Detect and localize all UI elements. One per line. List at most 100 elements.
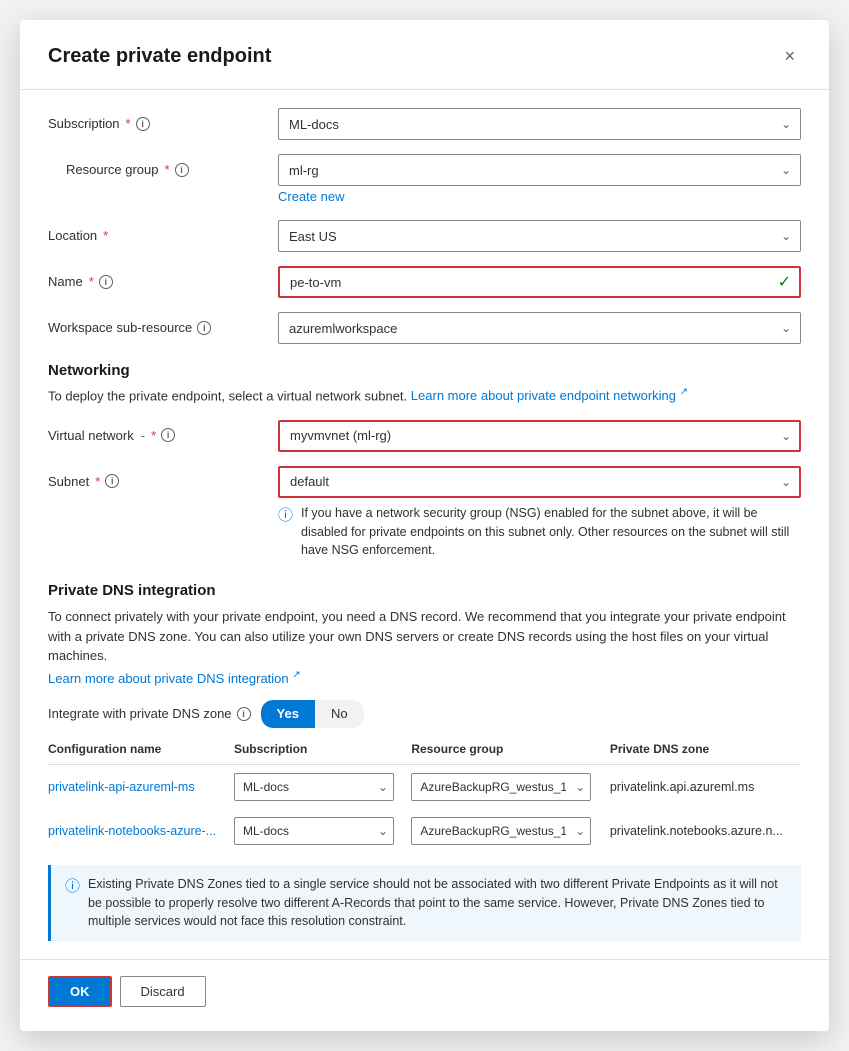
resource-group-control: ml-rg ⌄ Create new: [278, 154, 801, 206]
subscription-select-wrapper: ML-docs ⌄: [278, 108, 801, 140]
name-row: Name * i ✓: [48, 266, 801, 298]
rg-select-wrapper: ml-rg ⌄: [278, 154, 801, 186]
create-new-link[interactable]: Create new: [278, 189, 344, 204]
nsg-info-icon: ⓘ: [278, 505, 293, 560]
col-config-name: Configuration name: [48, 738, 234, 765]
resource-group-select[interactable]: ml-rg: [278, 154, 801, 186]
row1-subscription-wrapper: ML-docs ⌄: [234, 773, 394, 801]
row2-subscription-wrapper: ML-docs ⌄: [234, 817, 394, 845]
subnet-label: Subnet * i: [48, 466, 278, 489]
name-input[interactable]: [278, 266, 801, 298]
close-button[interactable]: ×: [778, 44, 801, 69]
name-required-star: *: [89, 274, 94, 289]
vnet-select-wrapper: myvmvnet (ml-rg) ⌄: [278, 420, 801, 452]
row2-subscription-select[interactable]: ML-docs: [234, 817, 394, 845]
nsg-info-box: ⓘ If you have a network security group (…: [278, 504, 801, 560]
integrate-info-icon[interactable]: i: [237, 707, 251, 721]
subnet-required-star: *: [95, 474, 100, 489]
subnet-select-wrapper: default ⌄: [278, 466, 801, 498]
subnet-control: default ⌄ ⓘ If you have a network securi…: [278, 466, 801, 560]
create-private-endpoint-dialog: Create private endpoint × Subscription *…: [20, 20, 829, 1031]
rg-cell-2: AzureBackupRG_westus_1 ⌄: [411, 809, 609, 853]
subscription-cell-2: ML-docs ⌄: [234, 809, 411, 853]
col-resource-group: Resource group: [411, 738, 609, 765]
networking-info-text: To deploy the private endpoint, select a…: [48, 385, 801, 406]
virtual-network-label: Virtual network - * i: [48, 420, 278, 443]
dns-external-link-icon: ↗: [292, 670, 300, 681]
row2-rg-select[interactable]: AzureBackupRG_westus_1: [411, 817, 591, 845]
dns-table-header-row: Configuration name Subscription Resource…: [48, 738, 801, 765]
dns-table: Configuration name Subscription Resource…: [48, 738, 801, 853]
dns-section-title: Private DNS integration: [48, 582, 801, 599]
location-label: Location *: [48, 220, 278, 243]
location-select-wrapper: East US ⌄: [278, 220, 801, 252]
row1-rg-select[interactable]: AzureBackupRG_westus_1: [411, 773, 591, 801]
subscription-row: Subscription * i ML-docs ⌄: [48, 108, 801, 140]
subscription-info-icon[interactable]: i: [136, 117, 150, 131]
virtual-network-dash: -: [141, 428, 145, 443]
toggle-yes-button[interactable]: Yes: [261, 700, 315, 728]
subscription-control: ML-docs ⌄: [278, 108, 801, 140]
name-label: Name * i: [48, 266, 278, 289]
table-row: privatelink-api-azureml-ms ML-docs ⌄ Azu…: [48, 764, 801, 809]
name-input-wrap: ✓: [278, 266, 801, 298]
row1-subscription-select[interactable]: ML-docs: [234, 773, 394, 801]
workspace-info-icon[interactable]: i: [197, 321, 211, 335]
warning-info-icon: ⓘ: [65, 876, 80, 931]
subscription-cell-1: ML-docs ⌄: [234, 764, 411, 809]
subnet-info-icon[interactable]: i: [105, 474, 119, 488]
workspace-control: azuremlworkspace ⌄: [278, 312, 801, 344]
networking-external-link-icon: ↗: [680, 387, 688, 398]
rg-required-star: *: [165, 162, 170, 177]
rg-cell-1: AzureBackupRG_westus_1 ⌄: [411, 764, 609, 809]
ok-button[interactable]: OK: [48, 976, 112, 1007]
resource-group-row: Resource group * i ml-rg ⌄ Create new: [48, 154, 801, 206]
config-name-1: privatelink-api-azureml-ms: [48, 764, 234, 809]
dialog-title: Create private endpoint: [48, 45, 271, 68]
required-star: *: [126, 116, 131, 131]
discard-button[interactable]: Discard: [120, 976, 206, 1007]
dns-learn-more-link[interactable]: Learn more about private DNS integration…: [48, 671, 301, 686]
location-required-star: *: [103, 228, 108, 243]
networking-learn-more-link[interactable]: Learn more about private endpoint networ…: [411, 388, 688, 403]
integrate-row: Integrate with private DNS zone i Yes No: [48, 700, 801, 728]
subscription-select[interactable]: ML-docs: [278, 108, 801, 140]
location-select[interactable]: East US: [278, 220, 801, 252]
table-row: privatelink-notebooks-azure-... ML-docs …: [48, 809, 801, 853]
dns-zone-1: privatelink.api.azureml.ms: [610, 764, 801, 809]
workspace-label: Workspace sub-resource i: [48, 312, 278, 335]
config-name-2: privatelink-notebooks-azure-...: [48, 809, 234, 853]
row1-rg-wrapper: AzureBackupRG_westus_1 ⌄: [411, 773, 591, 801]
virtual-network-select[interactable]: myvmvnet (ml-rg): [278, 420, 801, 452]
workspace-select-wrapper: azuremlworkspace ⌄: [278, 312, 801, 344]
header-divider: [20, 89, 829, 90]
networking-section-title: Networking: [48, 362, 801, 379]
workspace-select[interactable]: azuremlworkspace: [278, 312, 801, 344]
dns-zone-2: privatelink.notebooks.azure.n...: [610, 809, 801, 853]
vnet-required-star: *: [151, 428, 156, 443]
warning-box: ⓘ Existing Private DNS Zones tied to a s…: [48, 865, 801, 941]
toggle-group: Yes No: [261, 700, 364, 728]
virtual-network-row: Virtual network - * i myvmvnet (ml-rg) ⌄: [48, 420, 801, 452]
col-subscription: Subscription: [234, 738, 411, 765]
subnet-select[interactable]: default: [278, 466, 801, 498]
name-check-icon: ✓: [778, 272, 791, 292]
location-control: East US ⌄: [278, 220, 801, 252]
name-info-icon[interactable]: i: [99, 275, 113, 289]
subscription-label: Subscription * i: [48, 108, 278, 131]
footer-divider: [20, 959, 829, 960]
subnet-row: Subnet * i default ⌄ ⓘ If you have a net…: [48, 466, 801, 560]
dns-info-text: To connect privately with your private e…: [48, 607, 801, 666]
rg-info-icon[interactable]: i: [175, 163, 189, 177]
footer-buttons: OK Discard: [48, 976, 801, 1007]
row2-rg-wrapper: AzureBackupRG_westus_1 ⌄: [411, 817, 591, 845]
workspace-row: Workspace sub-resource i azuremlworkspac…: [48, 312, 801, 344]
toggle-no-button[interactable]: No: [315, 700, 364, 728]
virtual-network-control: myvmvnet (ml-rg) ⌄: [278, 420, 801, 452]
integrate-label: Integrate with private DNS zone i: [48, 706, 251, 721]
resource-group-label: Resource group * i: [48, 154, 278, 177]
col-dns-zone: Private DNS zone: [610, 738, 801, 765]
vnet-info-icon[interactable]: i: [161, 428, 175, 442]
name-control: ✓: [278, 266, 801, 298]
location-row: Location * East US ⌄: [48, 220, 801, 252]
